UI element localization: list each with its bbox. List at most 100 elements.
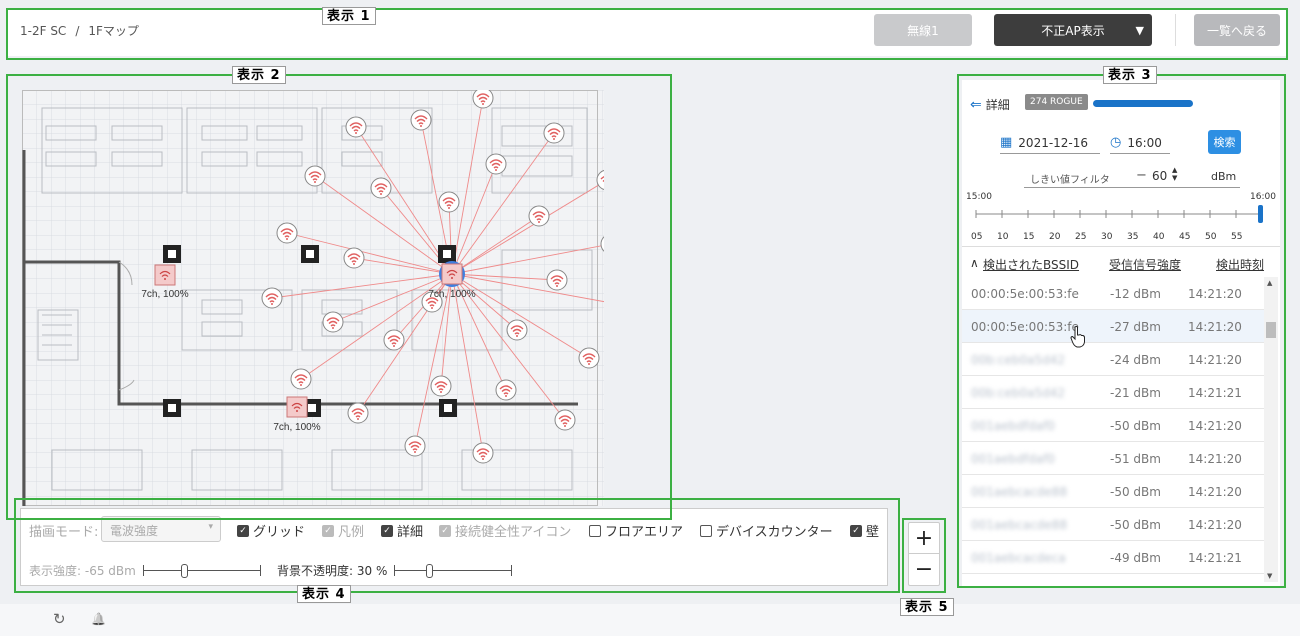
checkbox-checked-icon: ✓	[381, 524, 393, 537]
table-row[interactable]: 001aebdfdaf0 -51 dBm 14:21:20	[962, 442, 1264, 475]
wifi-icon	[343, 247, 365, 269]
time-value: 16:00	[1127, 135, 1162, 150]
checkbox-checked-icon: ✓	[850, 524, 862, 537]
region-label-3: 表示 3	[1103, 66, 1157, 84]
table-header: ∧ 検出されたBSSID 受信信号強度 検出時刻	[962, 246, 1280, 276]
chevron-down-icon: ▾	[208, 522, 213, 532]
detail-panel: ⇐ 詳細 274 ROGUE ▦ 2021-12-16 ◷ 16:00 検索 し…	[962, 80, 1280, 588]
time-field[interactable]: ◷ 16:00	[1110, 132, 1170, 154]
region-label-2: 表示 2	[232, 66, 286, 84]
floor-map[interactable]: 7ch, 100% 7ch, 100% 7ch, 100%	[22, 90, 604, 506]
grid-checkbox[interactable]: ✓ グリッド	[237, 521, 305, 540]
rogue-ap-dropdown[interactable]: 不正AP表示 ▼	[994, 14, 1152, 46]
table-row[interactable]: 001aebcacdeca -49 dBm 14:21:21	[962, 541, 1264, 574]
checkbox-empty-icon	[700, 524, 712, 537]
strength-slider-handle[interactable]	[181, 564, 188, 578]
draw-mode-select[interactable]: 電波強度 ▾	[101, 516, 221, 542]
wall-node[interactable]	[301, 245, 319, 263]
scroll-down-icon[interactable]: ▼	[1267, 572, 1272, 580]
wifi-icon	[404, 435, 426, 457]
strength-label: 表示強度: -65 dBm	[29, 564, 136, 578]
wall-node[interactable]	[438, 245, 456, 263]
clock-icon: ◷	[1110, 135, 1122, 150]
scroll-thumb[interactable]	[1266, 322, 1276, 338]
wifi-icon	[410, 109, 432, 131]
col-bssid[interactable]: 検出されたBSSID	[983, 256, 1079, 273]
detail-back-button[interactable]: ⇐ 詳細	[970, 96, 1010, 113]
ap-label: 7ch, 100%	[428, 289, 475, 300]
table-row[interactable]: 00b:ceb0a5d42 -21 dBm 14:21:21	[962, 376, 1264, 409]
wall-checkbox[interactable]: ✓ 壁	[850, 521, 879, 540]
rogue-count-badge: 274 ROGUE	[1025, 94, 1088, 110]
wifi-icon	[430, 375, 452, 397]
wall-node[interactable]	[163, 245, 181, 263]
wifi-icon	[543, 122, 565, 144]
region-label-5: 表示 5	[900, 598, 954, 616]
scroll-up-icon[interactable]: ▲	[1267, 279, 1272, 287]
strength-slider[interactable]	[143, 564, 261, 578]
breadcrumb-site[interactable]: 1-2F SC	[20, 24, 66, 38]
threshold-value[interactable]: 60	[1152, 169, 1167, 183]
wireless-button[interactable]: 無線1	[874, 14, 972, 46]
table-row[interactable]: 00:00:5e:00:53:fe -12 dBm 14:21:20	[962, 277, 1264, 310]
opacity-slider[interactable]	[394, 564, 512, 578]
search-button[interactable]: 検索	[1208, 130, 1241, 154]
collapse-arrow-icon: ⇐	[970, 96, 982, 113]
sort-asc-icon: ∧	[970, 256, 979, 270]
threshold-label: しきい値フィルタ	[1030, 175, 1110, 186]
wifi-icon	[347, 402, 369, 424]
wall-node[interactable]	[163, 399, 181, 417]
draw-mode-label: 描画モード:	[29, 525, 99, 540]
opacity-slider-handle[interactable]	[426, 564, 433, 578]
wifi-icon	[304, 165, 326, 187]
table-row[interactable]: 00b:ceb0a5d42 -24 dBm 14:21:20	[962, 343, 1264, 376]
region-label-4: 表示 4	[297, 585, 351, 603]
threshold-unit: dBm	[1211, 170, 1237, 183]
wifi-icon	[276, 222, 298, 244]
wifi-icon	[370, 177, 392, 199]
col-time[interactable]: 検出時刻	[1216, 256, 1264, 273]
dropdown-arrow-icon: ▼	[1135, 23, 1144, 37]
floor-area-checkbox[interactable]: フロアエリア	[589, 521, 683, 540]
table-row[interactable]: 001aebcacde88 -50 dBm 14:21:20	[962, 508, 1264, 541]
refresh-icon[interactable]: ↻	[53, 610, 66, 628]
wifi-icon	[546, 269, 568, 291]
wall-node[interactable]	[439, 399, 457, 417]
health-icon-checkbox[interactable]: ✓ 接続健全性アイコン	[439, 521, 571, 540]
access-point-icon-selected[interactable]	[441, 263, 463, 285]
slider-track[interactable]	[962, 204, 1280, 234]
calendar-icon: ▦	[1000, 135, 1013, 150]
table-row[interactable]: 001aebcacde88 -50 dBm 14:21:20	[962, 475, 1264, 508]
details-checkbox[interactable]: ✓ 詳細	[381, 521, 423, 540]
legend-checkbox[interactable]: ✓ 凡例	[322, 521, 364, 540]
wifi-icon	[485, 153, 507, 175]
time-range-slider[interactable]: 15:00 16:00 05 10 15 20 25 30 35 40 45 5…	[962, 190, 1280, 246]
opacity-label: 背景不透明度: 30 %	[277, 564, 388, 578]
table-scrollbar[interactable]: ▲ ▼	[1264, 277, 1278, 582]
loading-progress-bar	[1093, 100, 1193, 107]
slider-handle[interactable]	[1258, 205, 1263, 223]
threshold-filter[interactable]: しきい値フィルタ − 60 ▲ ▼ dBm	[1024, 166, 1240, 188]
wifi-icon	[528, 205, 550, 227]
device-counter-checkbox[interactable]: デバイスカウンター	[700, 521, 833, 540]
threshold-stepper-icon[interactable]: ▲ ▼	[1172, 166, 1177, 182]
checkbox-checked-icon: ✓	[439, 524, 451, 537]
date-value: 2021-12-16	[1018, 135, 1089, 150]
breadcrumb: 1-2F SC/1Fマップ	[20, 24, 139, 38]
bell-icon[interactable]: 🔔	[91, 612, 106, 626]
table-row[interactable]: 00:00:5e:00:53:fe -27 dBm 14:21:20	[962, 310, 1264, 343]
table-row[interactable]: 001aebdfdaf0 -50 dBm 14:21:20	[962, 409, 1264, 442]
region-label-1: 表示 1	[322, 7, 376, 25]
zoom-out-button[interactable]: −	[909, 554, 939, 585]
access-point-icon[interactable]	[154, 264, 176, 286]
footer-bar: ↻ 🔔	[0, 604, 1300, 636]
ap-label: 7ch, 100%	[273, 422, 320, 433]
col-signal[interactable]: 受信信号強度	[1109, 256, 1181, 273]
slider-end-label: 16:00	[1250, 192, 1276, 202]
back-to-list-button[interactable]: 一覧へ戻る	[1194, 14, 1280, 46]
header-bar: 1-2F SC/1Fマップ 無線1 不正AP表示 ▼ 一覧へ戻る	[8, 8, 1288, 56]
date-field[interactable]: ▦ 2021-12-16	[1000, 132, 1100, 154]
access-point-icon[interactable]	[286, 396, 308, 418]
zoom-in-button[interactable]: +	[909, 523, 939, 554]
checkbox-checked-icon: ✓	[237, 524, 249, 537]
